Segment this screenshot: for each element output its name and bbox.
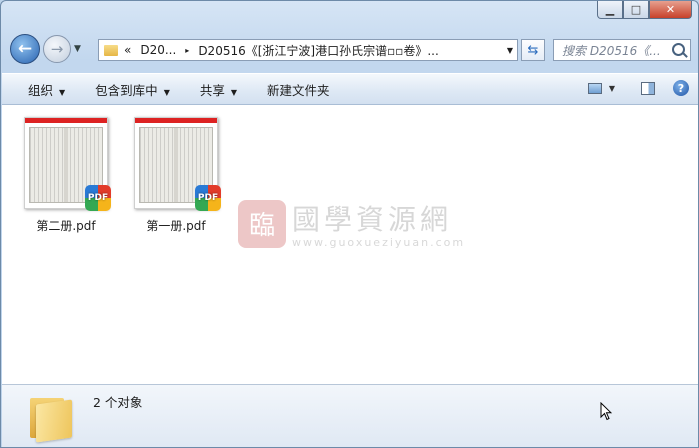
watermark-text: 國學資源網 www.guoxueziyuan.com [292,198,465,249]
include-in-library-menu[interactable]: 包含到库中 ▼ [95,80,170,99]
command-bar: 组织 ▼ 包含到库中 ▼ 共享 ▼ 新建文件夹 ▼ ? [2,73,698,105]
search-placeholder: 搜索 D20516《... [562,43,661,58]
thumbnail-header [25,118,107,123]
caption-buttons: ▁ □ ✕ [597,1,692,19]
new-folder-label: 新建文件夹 [267,82,330,98]
new-folder-button[interactable]: 新建文件夹 [267,80,330,99]
recent-pages-dropdown[interactable]: ▼ [74,44,81,54]
forward-arrow-icon: → [50,40,64,58]
address-dropdown-icon[interactable]: ▼ [507,46,513,55]
chevron-down-icon: ▼ [163,87,170,97]
folder-icon [104,44,118,56]
watermark-name: 國學資源網 [292,203,453,236]
chevron-down-icon: ▼ [230,87,238,97]
navigation-buttons: ← → ▼ [10,34,81,64]
search-icon[interactable] [672,43,685,56]
file-item[interactable]: PDF 第一册.pdf [121,105,231,234]
chevron-down-icon: ▼ [59,87,66,97]
change-view-icon[interactable] [587,82,602,94]
thumbnail-header [135,118,217,123]
maximize-button[interactable]: □ [623,1,649,19]
close-button[interactable]: ✕ [649,1,692,19]
pdf-icon: PDF [195,185,221,211]
breadcrumb-segment[interactable]: D20... [140,43,176,57]
refresh-icon: ⇆ [527,42,539,58]
watermark: 臨 國學資源網 www.guoxueziyuan.com [238,198,465,249]
organize-menu[interactable]: 组织 ▼ [28,80,65,99]
view-options-dropdown[interactable]: ▼ [609,84,615,93]
minimize-button[interactable]: ▁ [597,1,623,19]
breadcrumb-segment[interactable]: D20516《[浙江宁波]港口孙氏宗谱▫▫卷》... [198,42,439,59]
pdf-thumbnail: PDF [24,117,111,211]
details-pane: 2 个对象 [2,384,698,447]
watermark-seal: 臨 [238,199,286,248]
organize-label: 组织 [28,82,54,98]
view-controls: ▼ ? [587,80,689,96]
file-item[interactable]: PDF 第二册.pdf [11,105,121,234]
help-icon[interactable]: ? [673,80,689,96]
item-count: 2 个对象 [93,395,143,410]
share-menu[interactable]: 共享 ▼ [200,80,237,99]
file-list[interactable]: PDF 第二册.pdf PDF 第一册.pdf 臨 國學資源網 www.guox… [2,105,698,384]
back-arrow-icon: ← [17,39,33,59]
include-library-label: 包含到库中 [95,82,158,98]
back-button[interactable]: ← [10,34,40,64]
folder-icon [30,394,74,443]
address-bar[interactable]: « D20... ▸ D20516《[浙江宁波]港口孙氏宗谱▫▫卷》... ▼ [98,39,518,61]
breadcrumb-chevron-icon[interactable]: ▸ [185,46,189,55]
file-name[interactable]: 第二册.pdf [11,217,121,234]
search-input[interactable]: 搜索 D20516《... [553,39,691,61]
forward-button[interactable]: → [43,35,71,63]
share-label: 共享 [199,82,225,98]
refresh-button[interactable]: ⇆ [521,39,545,61]
preview-pane-icon[interactable] [641,81,655,95]
explorer-window: ▁ □ ✕ ← → ▼ « D20... ▸ D20516《[浙江宁波]港口孙氏… [0,0,699,448]
address-overflow[interactable]: « [124,43,131,57]
file-name[interactable]: 第一册.pdf [121,217,231,234]
watermark-url: www.guoxueziyuan.com [292,236,466,249]
pdf-icon: PDF [85,185,111,211]
pdf-thumbnail: PDF [134,117,221,211]
